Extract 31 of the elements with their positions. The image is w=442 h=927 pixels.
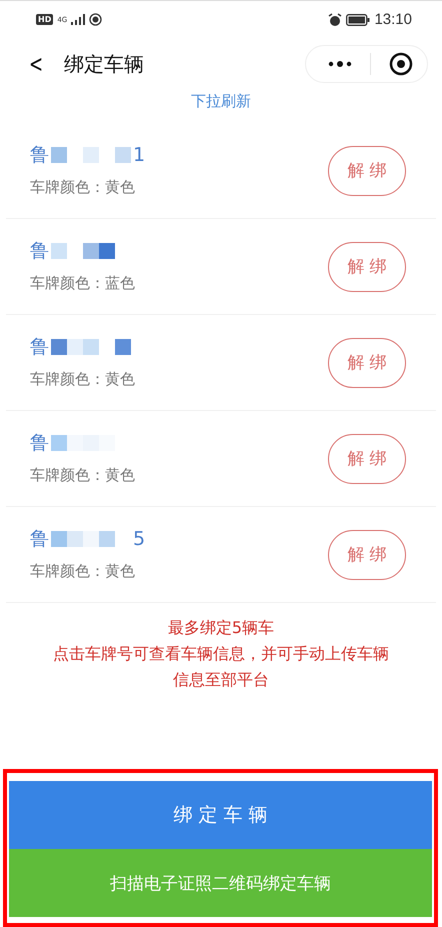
unbind-button[interactable]: 解 绑 (328, 146, 406, 196)
alarm-icon (328, 12, 342, 26)
plate-text[interactable]: 鲁 (30, 430, 49, 456)
unbind-button[interactable]: 解 绑 (328, 434, 406, 484)
refresh-hint: 下拉刷新 (190, 91, 252, 112)
back-button[interactable]: < (26, 50, 46, 78)
plate-color-label: 车牌颜色：黄色 (30, 562, 136, 581)
plate-text[interactable]: 鲁 (30, 334, 49, 360)
action-button[interactable]: 绑 定 车 辆 (9, 781, 432, 849)
unbind-button[interactable]: 解 绑 (328, 338, 406, 388)
status-time: 13:10 (374, 11, 412, 28)
plate-text[interactable]: 1 (133, 144, 146, 166)
plate-text[interactable]: 鲁 (30, 238, 49, 264)
notice-text: 点击车牌号可查看车辆信息，并可手动上传车辆信息至部平台 (52, 643, 390, 691)
action-button[interactable]: 扫描电子证照二维码绑定车辆 (9, 849, 432, 917)
signal-icon (71, 14, 86, 25)
plate-text[interactable]: 鲁 (30, 526, 49, 552)
plate-color-label: 车牌颜色：黄色 (30, 178, 136, 197)
plate-text[interactable]: 鲁 (30, 142, 49, 168)
plate-text[interactable]: 5 (133, 528, 146, 550)
close-icon[interactable] (389, 52, 413, 76)
battery-icon (346, 14, 370, 26)
plate-color-label: 车牌颜色：黄色 (30, 466, 135, 485)
plate-color-label: 车牌颜色：蓝色 (30, 274, 135, 293)
unbind-button[interactable]: 解 绑 (328, 530, 406, 580)
page-title: 绑定车辆 (64, 50, 146, 78)
notice-text: 最多绑定5辆车 (166, 617, 276, 639)
plate-color-label: 车牌颜色：黄色 (30, 370, 135, 389)
unbind-button[interactable]: 解 绑 (328, 242, 406, 292)
more-icon[interactable] (328, 60, 352, 68)
hd-icon: HD (36, 14, 54, 25)
